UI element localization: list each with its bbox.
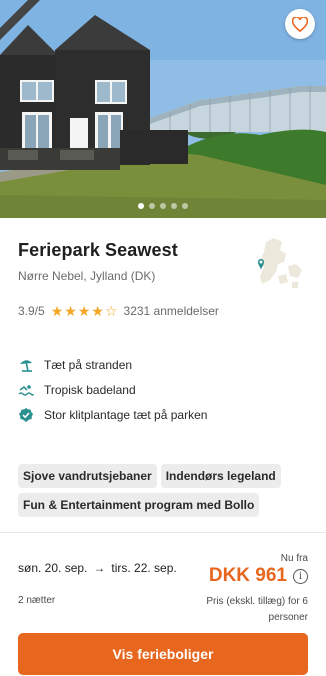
tag-chip: Indendørs legeland (160, 464, 281, 488)
star-filled-icon: ★ (77, 303, 91, 319)
rating-score: 3.9/5 (18, 304, 45, 318)
check-badge-icon (18, 407, 34, 423)
beach-umbrella-icon (18, 357, 34, 373)
property-card[interactable]: Feriepark Seawest Nørre Nebel, Jylland (… (0, 0, 326, 676)
star-filled-icon: ★ (91, 303, 104, 319)
price-value: DKK 961 (208, 565, 287, 586)
divider (0, 532, 326, 533)
star-rating: ★ ★ ★ ★ ☆ (51, 304, 118, 318)
feature-item: Stor klitplantage tæt på parken (18, 402, 207, 427)
date-to: tirs. 22. sep. (111, 561, 177, 575)
denmark-map-icon (258, 238, 302, 288)
property-location: Nørre Nebel, Jylland (DK) (18, 269, 156, 283)
rating-row: 3.9/5 ★ ★ ★ ★ ☆ 3231 anmeldelser (18, 304, 219, 318)
arrow-right-icon: → (93, 561, 106, 575)
tag-list: Sjove vandrutsjebaner Indendørs legeland… (18, 464, 308, 517)
location-map[interactable] (252, 236, 308, 298)
feature-item: Tropisk badeland (18, 377, 207, 402)
carousel-dot[interactable] (160, 203, 166, 209)
carousel-dot[interactable] (182, 203, 188, 209)
favorite-button[interactable] (285, 9, 315, 39)
hero-photo[interactable] (0, 0, 326, 218)
star-filled-icon: ★ (64, 303, 77, 319)
star-empty-icon: ☆ (104, 303, 118, 319)
carousel-indicator[interactable] (0, 203, 326, 209)
heart-icon (292, 16, 308, 32)
date-from: søn. 20. sep. (18, 561, 88, 575)
hero-photo-image (0, 0, 326, 218)
tag-chip: Sjove vandrutsjebaner (18, 464, 157, 488)
price-row: DKK 961 i (209, 565, 308, 587)
feature-label: Tropisk badeland (44, 382, 136, 397)
view-holiday-homes-button[interactable]: Vis ferieboliger (18, 633, 308, 675)
carousel-dot[interactable] (149, 203, 155, 209)
review-count[interactable]: 3231 anmeldelser (124, 304, 219, 318)
from-label: Nu fra (280, 553, 308, 564)
property-name: Feriepark Seawest (18, 240, 178, 260)
price-note: Pris (ekskl. tillæg) for 6 personer (206, 596, 308, 623)
feature-item: Tæt på stranden (18, 352, 207, 377)
feature-label: Tæt på stranden (44, 357, 133, 372)
nights-count: 2 nætter (18, 595, 56, 606)
feature-label: Stor klitplantage tæt på parken (44, 407, 208, 422)
carousel-dot[interactable] (171, 203, 177, 209)
carousel-dot[interactable] (138, 203, 144, 209)
feature-list: Tæt på stranden Tropisk badeland Stor kl… (18, 352, 207, 427)
star-filled-icon: ★ (50, 303, 64, 319)
stay-dates[interactable]: søn. 20. sep. → tirs. 22. sep. (18, 561, 177, 575)
swimming-icon (18, 382, 34, 398)
tag-chip: Fun & Entertainment program med Bollo (18, 493, 260, 517)
info-icon[interactable]: i (293, 568, 308, 584)
